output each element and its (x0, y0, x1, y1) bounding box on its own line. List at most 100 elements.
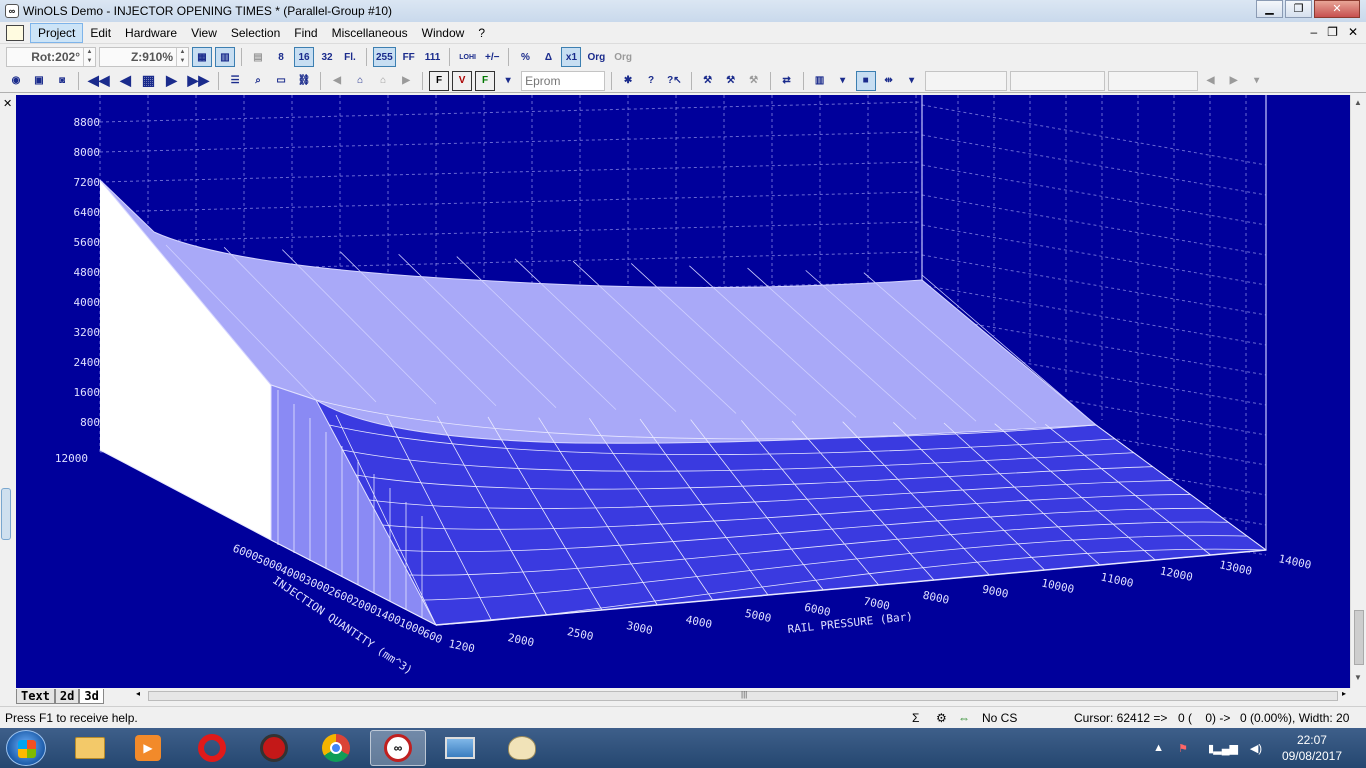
wand-icon[interactable]: ⚒ (698, 71, 718, 91)
scroll-up-icon[interactable]: ▲ (1354, 98, 1362, 107)
tab-text[interactable]: Text (16, 689, 55, 704)
menu-edit[interactable]: Edit (83, 24, 118, 42)
start-button[interactable] (6, 730, 46, 766)
columns-icon[interactable]: ▥ (810, 71, 830, 91)
format-f-icon[interactable]: F (429, 70, 450, 91)
close-panel-icon[interactable]: ✕ (3, 97, 12, 110)
scroll-right-icon[interactable]: ▸ (1342, 689, 1346, 698)
lohi-button[interactable]: LOHI (456, 47, 479, 67)
home-gray-icon[interactable]: ⌂ (373, 71, 393, 91)
last-map-icon[interactable]: ▶▶ (185, 71, 213, 91)
arrow-left-icon[interactable]: ◀ (1201, 71, 1221, 91)
view-3d-button[interactable]: ▦ (192, 47, 212, 67)
menu-hardware[interactable]: Hardware (118, 24, 184, 42)
scroll-left-icon[interactable]: ◂ (136, 689, 140, 698)
volume-icon[interactable]: ◀) (1250, 742, 1262, 755)
media-player-icon[interactable]: ▶ (120, 730, 176, 766)
rotation-spinner[interactable]: Rot:202° ▲ ▼ (6, 47, 96, 67)
scroll-down-icon[interactable]: ▼ (1354, 673, 1362, 682)
prev-map-icon[interactable]: ◀ (116, 71, 136, 91)
opera-icon[interactable] (184, 730, 240, 766)
file-explorer-icon[interactable] (62, 730, 118, 766)
chrome-icon[interactable] (308, 730, 364, 766)
eprom-combo[interactable]: Eprom (521, 70, 606, 91)
vertical-scrollbar[interactable]: ▲ ▼ (1350, 95, 1366, 688)
panel-expand-handle[interactable] (1, 488, 11, 540)
chevron-down-icon[interactable]: ▾ (833, 71, 853, 91)
hex-ff-button[interactable]: FF (399, 47, 419, 67)
table-view-button[interactable]: ▤ (248, 47, 268, 67)
wand3-icon[interactable]: ⚒ (744, 71, 764, 91)
menu-miscellaneous[interactable]: Miscellaneous (325, 24, 415, 42)
menu-selection[interactable]: Selection (224, 24, 287, 42)
tray-expand-icon[interactable]: ▲ (1153, 742, 1164, 754)
spin-arrows-icon[interactable]: ▲ ▼ (83, 48, 95, 66)
spin-arrows-icon[interactable]: ▲ ▼ (176, 48, 188, 66)
format-p-icon[interactable]: F (475, 70, 496, 91)
tab-3d[interactable]: 3d (79, 689, 104, 704)
clock[interactable]: 22:07 09/08/2017 (1282, 732, 1342, 764)
width-icon[interactable]: ⇹ (879, 71, 899, 91)
value-spinner-2[interactable] (1009, 70, 1105, 91)
menu-help[interactable]: ? (471, 24, 492, 42)
surface-plot[interactable]: 800 1600 2400 3200 4000 4800 5600 6400 7200 8000 8… (16, 95, 1350, 688)
home-icon[interactable]: ⌂ (350, 71, 370, 91)
chevron-down-icon[interactable]: ▾ (1247, 71, 1267, 91)
value-spinner-3[interactable] (1107, 70, 1198, 91)
delta-button[interactable]: Δ (538, 47, 558, 67)
network-warning-icon[interactable]: ⚑ (1178, 742, 1188, 755)
menu-project[interactable]: Project (30, 22, 84, 43)
document-icon[interactable] (6, 24, 24, 41)
next-map-icon[interactable]: ▶ (162, 71, 182, 91)
maximize-button[interactable]: ❐ (1285, 0, 1312, 18)
window-icon[interactable]: ▣ (29, 71, 49, 91)
winols-taskbar-icon[interactable]: ∞ (370, 730, 426, 766)
value-spinner-1[interactable] (924, 70, 1007, 91)
decimal-255-button[interactable]: 255 (373, 47, 396, 67)
menu-view[interactable]: View (184, 24, 224, 42)
bit-16-button[interactable]: 16 (294, 47, 314, 67)
sign-toggle-button[interactable]: +/− (482, 47, 502, 67)
format-v-icon[interactable]: V (452, 70, 473, 91)
percent-button[interactable]: % (515, 47, 535, 67)
factor-x1-button[interactable]: x1 (561, 47, 582, 67)
mdi-minimize-icon[interactable]: – (1310, 25, 1317, 39)
arrow-right-icon[interactable]: ▶ (396, 71, 416, 91)
chevron-down-icon[interactable]: ▾ (498, 71, 518, 91)
original-button[interactable]: Org (584, 47, 608, 67)
bit-8-button[interactable]: 8 (271, 47, 291, 67)
photo-viewer-icon[interactable] (432, 730, 488, 766)
color-icon[interactable]: ■ (855, 70, 876, 91)
original-compare-button[interactable]: Org (611, 47, 635, 67)
wand2-icon[interactable]: ⚒ (721, 71, 741, 91)
chevron-down-icon[interactable]: ▾ (902, 71, 922, 91)
arrow-right-icon[interactable]: ▶ (1224, 71, 1244, 91)
close-button[interactable]: ✕ (1314, 0, 1360, 18)
link-icon[interactable]: ⛓ (294, 71, 314, 91)
view-grid-button[interactable]: ▥ (215, 47, 235, 67)
binary-111-button[interactable]: 111 (422, 47, 444, 67)
arrow-left-icon[interactable]: ◀ (327, 71, 347, 91)
zoom-spinner[interactable]: Z:910% ▲ ▼ (99, 47, 189, 67)
paint-icon[interactable] (494, 730, 550, 766)
first-map-icon[interactable]: ◀◀ (85, 71, 113, 91)
map-3d-view[interactable]: 800 1600 2400 3200 4000 4800 5600 6400 7200 8000 8… (16, 95, 1350, 688)
project-icon[interactable]: ◉ (6, 71, 26, 91)
mdi-restore-icon[interactable]: ❐ (1327, 25, 1338, 39)
app-red-icon[interactable] (246, 730, 302, 766)
clipboard-icon[interactable]: ▭ (271, 71, 291, 91)
bulb-icon[interactable]: ✱ (618, 71, 638, 91)
float-button[interactable]: Fl. (340, 47, 360, 67)
map-list-icon[interactable]: ▦ (139, 71, 159, 91)
scroll-thumb[interactable] (1354, 610, 1364, 665)
menu-window[interactable]: Window (415, 24, 472, 42)
help-icon[interactable]: ? (641, 71, 661, 91)
mdi-close-icon[interactable]: ✕ (1348, 25, 1358, 39)
horizontal-scrollbar[interactable]: ◂ ||| ▸ (136, 689, 1346, 703)
list-icon[interactable]: ☰ (225, 71, 245, 91)
export-icon[interactable]: ⇄ (777, 71, 797, 91)
context-help-icon[interactable]: ?↖ (664, 71, 685, 91)
tab-2d[interactable]: 2d (54, 689, 80, 704)
camera-icon[interactable]: ◙ (52, 71, 72, 91)
minimize-button[interactable]: ▁ (1256, 0, 1283, 18)
